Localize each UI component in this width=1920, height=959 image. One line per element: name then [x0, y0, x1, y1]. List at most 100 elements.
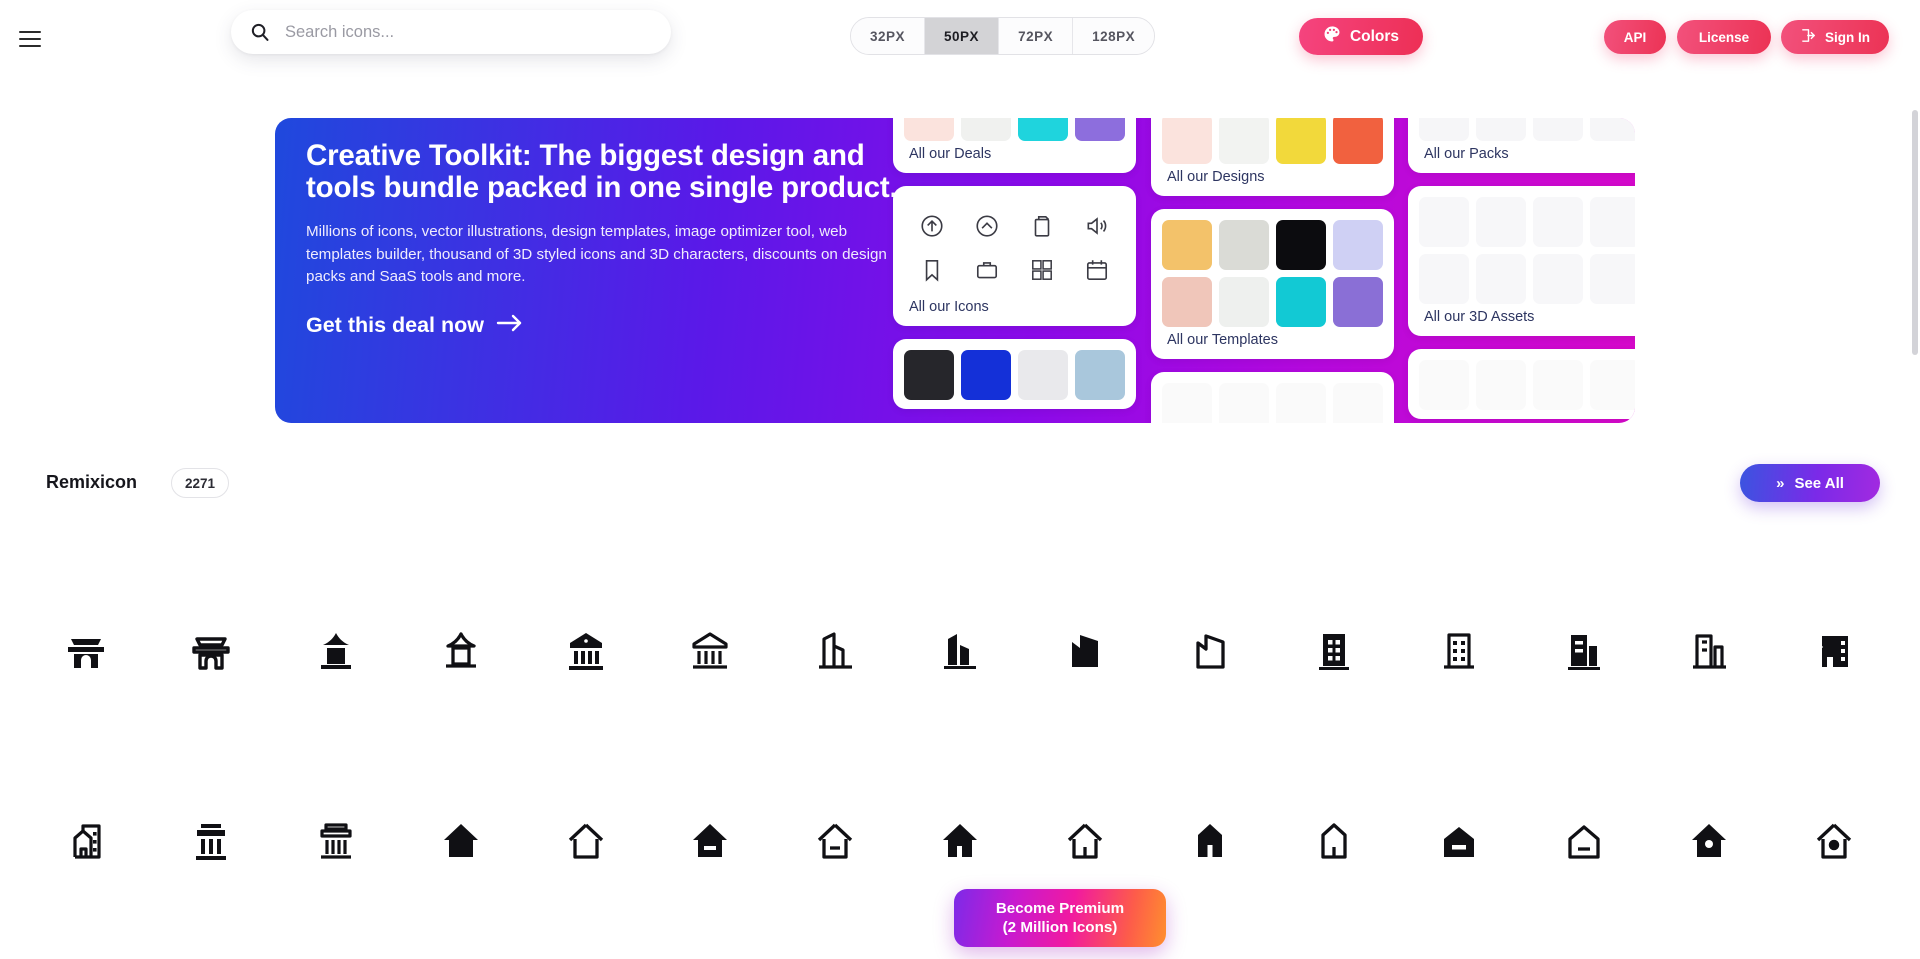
thumbnail	[961, 350, 1011, 400]
thumbnail	[1533, 254, 1583, 304]
sign-in-button[interactable]: Sign In	[1781, 20, 1889, 54]
icon-home-office-fill[interactable]	[1771, 556, 1896, 746]
icon-count-badge[interactable]: 2271	[171, 468, 230, 498]
promo-card-packs[interactable]: All our Packs	[1408, 118, 1635, 173]
thumbnail	[1533, 118, 1583, 141]
icon-ancient-pavilion-line[interactable]	[398, 556, 523, 746]
search-icon	[249, 21, 271, 43]
thumbnail	[1018, 350, 1068, 400]
api-button[interactable]: API	[1604, 20, 1666, 54]
colors-button-label: Colors	[1349, 27, 1400, 45]
volume-up-icon	[1072, 206, 1123, 246]
icon-building-4-line[interactable]	[1147, 556, 1272, 746]
icon-building-3-fill[interactable]	[1522, 556, 1647, 746]
file-copy-icon	[1017, 206, 1068, 246]
thumbnail	[1590, 118, 1635, 141]
icon-home-5-line[interactable]	[1272, 746, 1397, 936]
thumbnail	[904, 350, 954, 400]
icon-home-7-fill[interactable]	[1646, 746, 1771, 936]
license-button-label: License	[1698, 29, 1750, 45]
calendar-icon	[1072, 250, 1123, 290]
promo-card-extra-center[interactable]	[1151, 372, 1394, 423]
see-all-button[interactable]: » See All	[1740, 464, 1880, 502]
icon-bank-fill[interactable]	[523, 556, 648, 746]
palette-icon	[1323, 25, 1341, 48]
page-scrollbar-thumb[interactable]	[1912, 110, 1918, 355]
colors-button[interactable]: Colors	[1299, 18, 1423, 55]
license-button[interactable]: License	[1677, 20, 1771, 54]
promo-card-designs-label: All our Designs	[1167, 169, 1265, 185]
promo-card-thumbnails	[1162, 118, 1383, 164]
promo-banner[interactable]: Creative Toolkit: The biggest design and…	[275, 118, 1635, 423]
icon-size-selector[interactable]: 32PX 50PX 72PX 128PX	[850, 17, 1156, 55]
icon-ancient-pavilion-fill[interactable]	[274, 556, 399, 746]
sign-in-button-label: Sign In	[1825, 29, 1870, 45]
thumbnail	[1419, 254, 1469, 304]
promo-card-extra-left[interactable]	[893, 339, 1136, 409]
search-input[interactable]	[285, 22, 653, 42]
calculator-icon	[1017, 250, 1068, 290]
promo-card-3d-assets-label: All our 3D Assets	[1424, 309, 1535, 325]
briefcase-icon	[961, 250, 1012, 290]
hamburger-bar	[19, 31, 41, 33]
thumbnail	[1333, 220, 1383, 270]
get-this-deal-link[interactable]: Get this deal now	[306, 312, 524, 340]
promo-banner-text-block: Creative Toolkit: The biggest design and…	[275, 118, 935, 423]
promo-card-icons[interactable]: All our Icons	[893, 186, 1136, 326]
icon-building-3-line[interactable]	[1646, 556, 1771, 746]
hamburger-menu-icon[interactable]	[16, 26, 44, 52]
icon-home-office-line[interactable]	[24, 746, 149, 936]
icon-set-header: Remixicon 2271 » See All	[0, 464, 1920, 510]
icon-government-fill[interactable]	[149, 746, 274, 936]
api-button-label: API	[1623, 29, 1647, 45]
icon-home-3-line[interactable]	[773, 746, 898, 936]
thumbnail	[1590, 254, 1635, 304]
arrow-right-icon	[496, 312, 524, 340]
icon-results-grid	[0, 556, 1920, 886]
thumbnail	[1276, 383, 1326, 423]
promo-banner-subtitle: Millions of icons, vector illustrations,…	[306, 223, 887, 286]
promo-card-deals[interactable]: All our Deals	[893, 118, 1136, 173]
promo-card-thumbnails	[1419, 118, 1635, 141]
search-bar[interactable]	[231, 10, 671, 54]
icon-building-4-fill[interactable]	[1022, 556, 1147, 746]
size-tab-50[interactable]: 50PX	[925, 18, 1000, 54]
promo-card-thumbnails	[1419, 197, 1635, 304]
become-premium-line-1: Become Premium	[995, 899, 1125, 917]
see-all-label: See All	[1794, 474, 1844, 492]
promo-card-templates-label: All our Templates	[1167, 332, 1278, 348]
icon-home-6-fill[interactable]	[1397, 746, 1522, 936]
icon-building-line[interactable]	[1397, 556, 1522, 746]
icon-building-2-line[interactable]	[773, 556, 898, 746]
icon-government-line[interactable]	[274, 746, 399, 936]
thumbnail	[1219, 118, 1269, 164]
icon-ancient-gate-fill[interactable]	[24, 556, 149, 746]
thumbnail	[1219, 220, 1269, 270]
icon-ancient-gate-line[interactable]	[149, 556, 274, 746]
icon-home-3-fill[interactable]	[648, 746, 773, 936]
promo-banner-title: Creative Toolkit: The biggest design and…	[306, 139, 898, 205]
promo-card-designs[interactable]: All our Designs	[1151, 118, 1394, 196]
size-tab-128[interactable]: 128PX	[1073, 18, 1155, 54]
bookmark-icon	[906, 250, 957, 290]
icon-home-7-line[interactable]	[1771, 746, 1896, 936]
thumbnail	[904, 118, 954, 141]
size-tab-72[interactable]: 72PX	[999, 18, 1074, 54]
icon-bank-line[interactable]	[648, 556, 773, 746]
icon-building-2-fill[interactable]	[898, 556, 1023, 746]
icon-home-2-fill[interactable]	[398, 746, 523, 936]
thumbnail	[1219, 383, 1269, 423]
icon-grid-row	[0, 556, 1920, 746]
promo-card-3d-assets[interactable]: All our 3D Assets	[1408, 186, 1635, 336]
promo-card-thumbnails	[904, 118, 1125, 141]
size-tab-32[interactable]: 32PX	[851, 18, 926, 54]
become-premium-button[interactable]: Become Premium (2 Million Icons)	[954, 889, 1166, 947]
thumbnail	[1276, 277, 1326, 327]
icon-building-fill[interactable]	[1272, 556, 1397, 746]
promo-card-extra-right[interactable]	[1408, 349, 1635, 419]
promo-card-templates[interactable]: All our Templates	[1151, 209, 1394, 359]
icon-home-6-line[interactable]	[1522, 746, 1647, 936]
thumbnail	[1476, 118, 1526, 141]
icon-home-2-line[interactable]	[523, 746, 648, 936]
hamburger-bar	[19, 38, 41, 40]
